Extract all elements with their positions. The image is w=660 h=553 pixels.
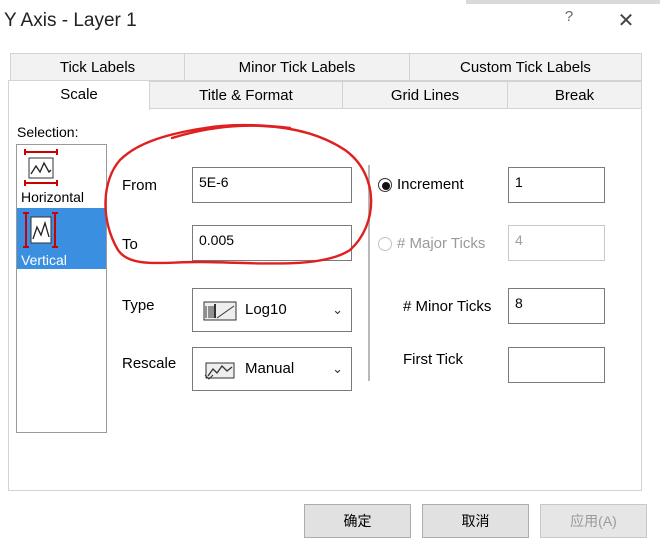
selection-item-label: Vertical — [21, 252, 67, 268]
log-scale-icon — [203, 301, 237, 321]
from-label: From — [122, 177, 157, 194]
chevron-down-icon: ⌄ — [332, 361, 343, 376]
minor-ticks-label: # Minor Ticks — [403, 298, 492, 315]
minor-ticks-input[interactable]: 8 — [508, 288, 605, 324]
tab-scale[interactable]: Scale — [8, 80, 150, 110]
tab-minor-tick-labels[interactable]: Minor Tick Labels — [184, 53, 410, 81]
tab-break[interactable]: Break — [507, 81, 642, 109]
group-divider — [368, 165, 370, 381]
first-tick-label: First Tick — [403, 351, 463, 368]
selection-item-vertical[interactable]: Vertical — [17, 208, 106, 269]
tab-grid-lines[interactable]: Grid Lines — [342, 81, 508, 109]
chevron-down-icon: ⌄ — [332, 302, 343, 317]
selection-label: Selection: — [17, 124, 79, 140]
major-ticks-input[interactable]: 4 — [508, 225, 605, 261]
help-button[interactable]: ? — [558, 8, 580, 34]
ok-button[interactable]: 确定 — [304, 504, 411, 538]
rescale-value: Manual — [245, 360, 295, 377]
to-input[interactable]: 0.005 — [192, 225, 352, 261]
vertical-axis-icon — [23, 212, 58, 248]
selection-item-horizontal[interactable]: Horizontal — [17, 145, 106, 206]
selection-list[interactable]: Horizontal Vertical — [16, 144, 107, 433]
first-tick-input[interactable] — [508, 347, 605, 383]
major-ticks-radio[interactable] — [378, 237, 392, 251]
type-label: Type — [122, 297, 155, 314]
window-title: Y Axis - Layer 1 — [4, 10, 137, 31]
tab-tick-labels[interactable]: Tick Labels — [10, 53, 185, 81]
rescale-label: Rescale — [122, 355, 177, 372]
type-value: Log10 — [245, 301, 287, 318]
close-icon[interactable]: ✕ — [612, 8, 640, 34]
from-input[interactable]: 5E-6 — [192, 167, 352, 203]
increment-radio[interactable] — [378, 178, 392, 192]
increment-label: Increment — [397, 176, 464, 193]
horizontal-axis-icon — [24, 149, 58, 186]
manual-rescale-icon — [204, 362, 235, 380]
rescale-select[interactable]: Manual ⌄ — [192, 347, 352, 391]
tab-title-format[interactable]: Title & Format — [149, 81, 343, 109]
cancel-button[interactable]: 取消 — [422, 504, 529, 538]
major-ticks-label: # Major Ticks — [397, 235, 486, 252]
selection-item-label: Horizontal — [21, 189, 85, 205]
type-select[interactable]: Log10 ⌄ — [192, 288, 352, 332]
tab-custom-tick-labels[interactable]: Custom Tick Labels — [409, 53, 642, 81]
background-window-strip — [466, 0, 660, 4]
to-label: To — [122, 236, 138, 253]
increment-input[interactable]: 1 — [508, 167, 605, 203]
apply-button[interactable]: 应用(A) — [540, 504, 647, 538]
